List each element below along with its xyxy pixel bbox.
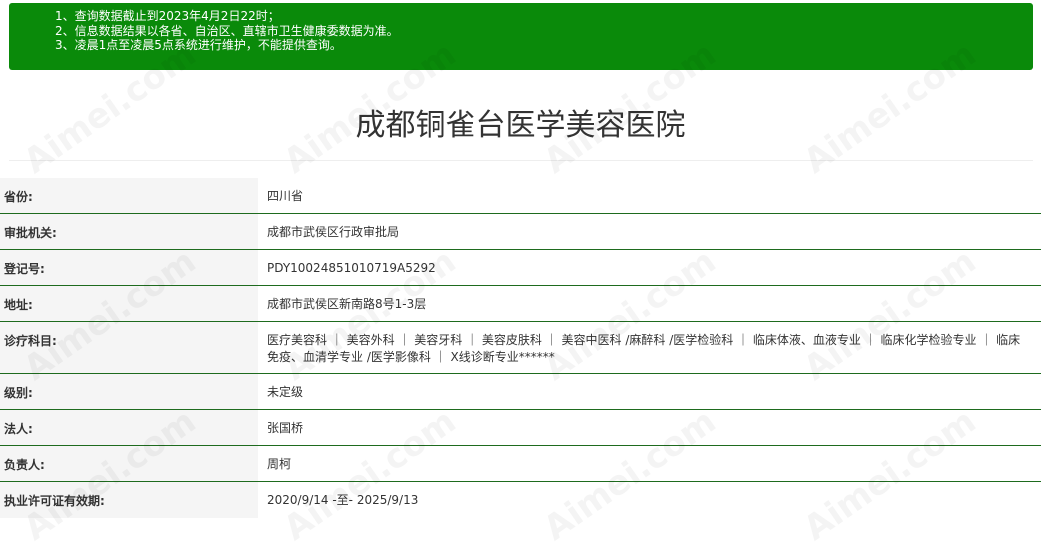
row-value: 成都市武侯区行政审批局 xyxy=(267,225,400,239)
row-legal-person: 法人: 张国桥 xyxy=(0,410,1041,446)
row-value: 成都市武侯区新南路8号1-3层 xyxy=(267,297,427,311)
row-label: 执业许可证有效期: xyxy=(0,482,258,518)
row-value: 张国桥 xyxy=(267,421,304,435)
row-level: 级别: 未定级 xyxy=(0,374,1041,410)
notice-line-3: 3、凌晨1点至凌晨5点系统进行维护，不能提供查询。 xyxy=(55,38,342,52)
info-table: 省份: 四川省 审批机关: 成都市武侯区行政审批局 登记号: PDY100248… xyxy=(0,178,1041,518)
row-label: 地址: xyxy=(0,286,258,321)
row-value: 四川省 xyxy=(267,189,304,203)
row-province: 省份: 四川省 xyxy=(0,178,1041,214)
row-value: PDY10024851010719A5292 xyxy=(267,261,436,275)
row-value: 2020/9/14 -至- 2025/9/13 xyxy=(267,493,419,507)
row-label: 负责人: xyxy=(0,446,258,481)
row-registration-number: 登记号: PDY10024851010719A5292 xyxy=(0,250,1041,286)
row-address: 地址: 成都市武侯区新南路8号1-3层 xyxy=(0,286,1041,322)
row-label: 级别: xyxy=(0,374,258,409)
notice-line-2: 2、信息数据结果以各省、自治区、直辖市卫生健康委数据为准。 xyxy=(55,23,399,38)
notice-line-1: 1、查询数据截止到2023年4月2日22时； xyxy=(55,9,280,23)
row-value: 周柯 xyxy=(267,457,292,471)
row-person-in-charge: 负责人: 周柯 xyxy=(0,446,1041,482)
notice-banner: 1、查询数据截止到2023年4月2日22时； 2、信息数据结果以各省、自治区、直… xyxy=(9,3,1033,70)
row-license-validity: 执业许可证有效期: 2020/9/14 -至- 2025/9/13 xyxy=(0,482,1041,518)
row-value: 医疗美容科 ｜ 美容外科 ｜ 美容牙科 ｜ 美容皮肤科 ｜ 美容中医科 /麻醉科… xyxy=(267,333,1021,364)
row-approval-authority: 审批机关: 成都市武侯区行政审批局 xyxy=(0,214,1041,250)
row-value: 未定级 xyxy=(267,385,304,399)
row-label: 审批机关: xyxy=(0,214,258,249)
title-divider xyxy=(9,160,1033,161)
page-title: 成都铜雀台医学美容医院 xyxy=(355,108,686,143)
row-label: 省份: xyxy=(0,178,258,213)
row-label: 诊疗科目: xyxy=(0,322,258,373)
row-label: 法人: xyxy=(0,410,258,445)
row-label: 登记号: xyxy=(0,250,258,285)
row-departments: 诊疗科目: 医疗美容科 ｜ 美容外科 ｜ 美容牙科 ｜ 美容皮肤科 ｜ 美容中医… xyxy=(0,322,1041,374)
